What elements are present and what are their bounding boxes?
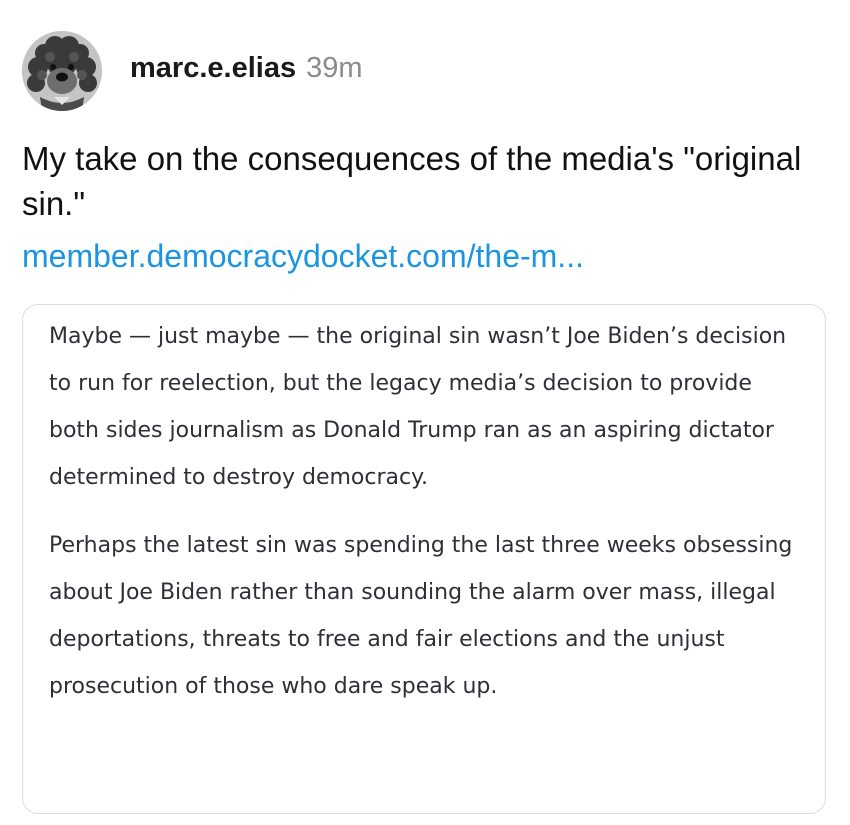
author-username[interactable]: marc.e.elias — [130, 52, 296, 85]
avatar[interactable] — [22, 31, 102, 111]
link-preview-card[interactable]: Maybe — just maybe — the original sin wa… — [22, 304, 826, 814]
quote-paragraph: Perhaps the latest sin was spending the … — [49, 533, 793, 699]
author-block: marc.e.elias 39m — [130, 52, 363, 85]
post-link[interactable]: member.democracydocket.com/the-m... — [22, 238, 584, 275]
post-header: marc.e.elias 39m — [22, 28, 363, 114]
dog-avatar-icon — [22, 31, 102, 111]
quote-paragraph: Maybe — just maybe — the original sin wa… — [49, 324, 787, 490]
post-timestamp: 39m — [306, 51, 363, 84]
post-text: My take on the consequences of the media… — [22, 140, 802, 222]
